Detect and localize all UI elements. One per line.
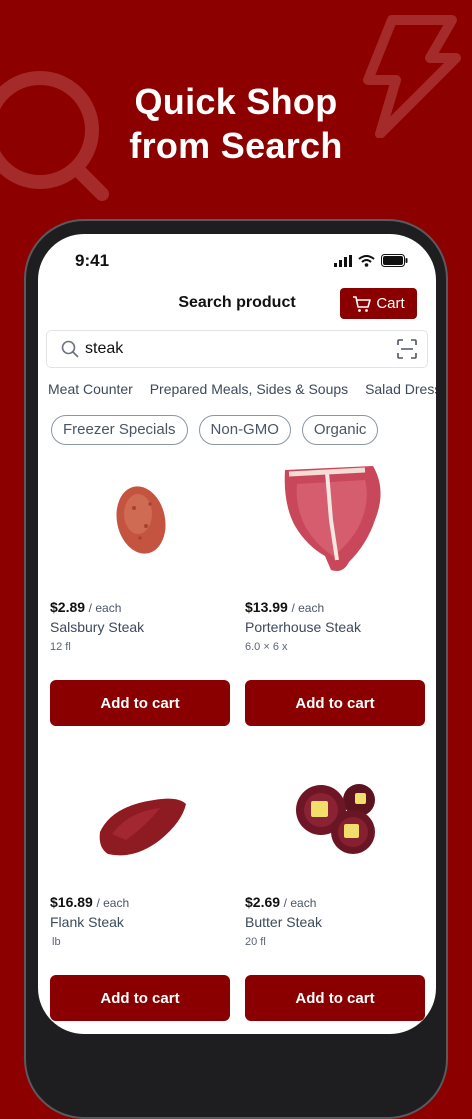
add-to-cart-button[interactable]: Add to cart <box>50 975 230 1021</box>
headline-line-1: Quick Shop <box>134 81 338 122</box>
price-value: $2.69 <box>245 894 281 910</box>
filter-chip[interactable]: Non-GMO <box>198 415 291 445</box>
product-image <box>99 798 186 856</box>
product-image <box>296 784 375 854</box>
category-item[interactable]: Meat Counter <box>48 381 133 397</box>
price-value: $2.89 <box>50 599 86 615</box>
category-item[interactable]: Prepared Meals, Sides & Soups <box>150 381 348 397</box>
price-unit: / each <box>96 896 130 910</box>
scan-icon[interactable] <box>397 339 417 359</box>
phone-screen: 9:41 Search product Cart steak Meat Coun… <box>38 234 436 1034</box>
product-name: Salsbury Steak <box>50 619 145 635</box>
status-time: 9:41 <box>75 251 110 270</box>
price-value: $16.89 <box>50 894 93 910</box>
product-name: Porterhouse Steak <box>245 619 361 635</box>
wifi-icon <box>358 254 375 267</box>
price-value: $13.99 <box>245 599 288 615</box>
price-unit: / each <box>88 601 122 615</box>
product-image <box>116 486 166 554</box>
product-price: $2.69 / each <box>245 894 316 910</box>
search-input[interactable]: steak <box>46 330 428 368</box>
product-image <box>284 466 381 571</box>
product-name: Butter Steak <box>245 914 323 930</box>
category-item[interactable]: Salad Dress <box>365 381 436 397</box>
add-to-cart-button[interactable]: Add to cart <box>245 680 425 726</box>
promo-headline: Quick Shop from Search <box>0 80 472 168</box>
product-size: 12 fl <box>50 641 71 653</box>
category-row: Meat Counter Prepared Meals, Sides & Sou… <box>48 381 436 397</box>
signal-icon <box>334 254 352 267</box>
add-to-cart-button[interactable]: Add to cart <box>245 975 425 1021</box>
status-icons <box>334 254 408 267</box>
add-to-cart-button[interactable]: Add to cart <box>50 680 230 726</box>
product-price: $2.89 / each <box>50 599 121 615</box>
product-size: 20 fl <box>245 936 266 948</box>
cart-label: Cart <box>376 295 405 312</box>
price-unit: / each <box>283 896 317 910</box>
product-name: Flank Steak <box>50 914 124 930</box>
search-query: steak <box>85 340 124 357</box>
filter-chip[interactable]: Freezer Specials <box>51 415 188 445</box>
product-price: $13.99 / each <box>245 599 324 615</box>
filter-chips: Freezer Specials Non-GMO Organic <box>51 415 379 445</box>
headline-line-2: from Search <box>129 125 343 166</box>
cart-button[interactable]: Cart <box>340 288 417 319</box>
product-size: 6.0 × 6 x <box>245 641 288 653</box>
price-unit: / each <box>291 601 325 615</box>
search-icon <box>61 340 79 358</box>
cart-icon <box>353 295 372 312</box>
product-size: lb <box>52 936 61 948</box>
filter-chip[interactable]: Organic <box>301 415 379 445</box>
battery-icon <box>381 254 408 267</box>
product-price: $16.89 / each <box>50 894 129 910</box>
